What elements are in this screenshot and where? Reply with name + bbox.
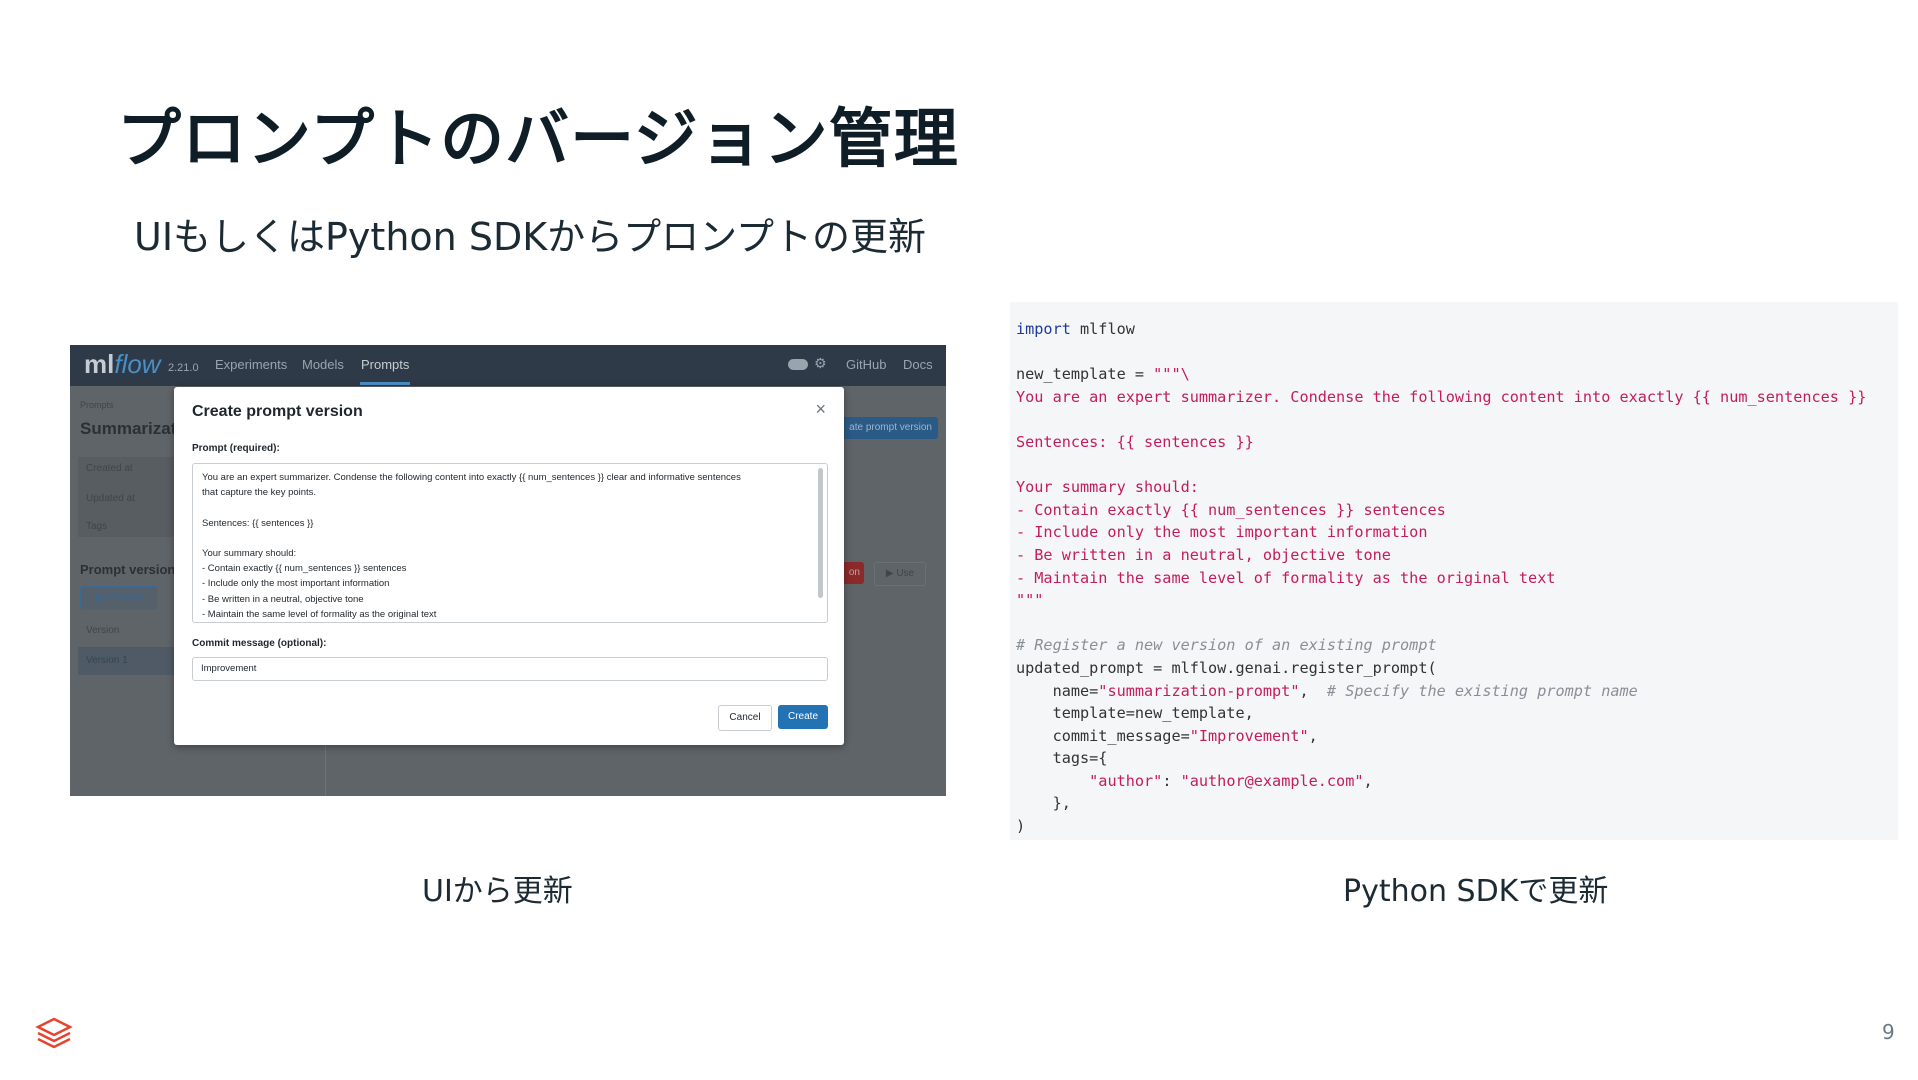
code-line-11: - Be written in a neutral, objective ton… (1016, 545, 1391, 564)
prompt-textarea[interactable]: You are an expert summarizer. Condense t… (192, 463, 828, 623)
code-line-20: tags={ (1016, 749, 1108, 768)
nav-prompts[interactable]: Prompts (361, 357, 409, 372)
play-icon: ▶ (885, 568, 897, 579)
code-line-3: new_template = (1016, 365, 1154, 384)
code-comment: # Register a new version of an existing … (1016, 636, 1437, 655)
preview-button[interactable]: ▤ Preview (80, 586, 158, 610)
logo-flow: flow (114, 349, 161, 379)
code-line-17-comment: # Specify the existing prompt name (1326, 681, 1638, 700)
preview-label: Preview (107, 592, 143, 603)
code-line-23: ) (1016, 817, 1026, 836)
section-title: Prompt version (80, 562, 176, 577)
code-line-21c: , (1363, 771, 1373, 790)
mlflow-screenshot: mlflow 2.21.0 Experiments Models Prompts… (70, 345, 946, 796)
code-line-17a: name= (1016, 681, 1099, 700)
code-line-21-key: "author" (1089, 771, 1163, 790)
commit-message-label: Commit message (optional): (192, 638, 327, 649)
page-title: Summarizat (80, 419, 177, 438)
version-header: Version (86, 625, 120, 636)
code-line-21b: : (1162, 771, 1181, 790)
nav-active-indicator (360, 382, 410, 385)
meta-tags: Tags (86, 521, 108, 532)
breadcrumb[interactable]: Prompts (80, 400, 114, 410)
use-button[interactable]: ▶ Use (874, 562, 926, 586)
mlflow-logo[interactable]: mlflow (84, 349, 161, 380)
prompt-textarea-value: You are an expert summarizer. Condense t… (202, 472, 741, 620)
nav-docs[interactable]: Docs (903, 357, 933, 372)
code-line-17b: , (1299, 681, 1327, 700)
code-line-12: - Maintain the same level of formality a… (1016, 568, 1556, 587)
page-number: 9 (1882, 1020, 1895, 1044)
theme-toggle[interactable] (788, 359, 808, 370)
caption-ui: UIから更新 (422, 874, 573, 909)
preview-icon: ▤ (95, 592, 108, 603)
code-line-17-string: "summarization-prompt" (1098, 681, 1300, 700)
code-line-9: - Contain exactly {{ num_sentences }} se… (1016, 500, 1446, 519)
prompt-label: Prompt (required): (192, 443, 280, 454)
code-line-4: You are an expert summarizer. Condense t… (1016, 387, 1867, 406)
code-line-19b: , (1308, 726, 1318, 745)
code-line-1: mlflow (1070, 320, 1135, 338)
meta-updated-at: Updated at (86, 493, 135, 504)
version-row-label: Version 1 (86, 655, 128, 666)
logo-ml: ml (84, 349, 115, 379)
code-line-19-string: "Improvement" (1189, 726, 1309, 745)
nav-experiments[interactable]: Experiments (215, 357, 287, 372)
databricks-logo-icon (35, 1017, 73, 1049)
mlflow-topbar: mlflow 2.21.0 Experiments Models Prompts… (70, 345, 946, 386)
create-button[interactable]: Create (778, 705, 828, 729)
code-line-16: updated_prompt = mlflow.genai.register_p… (1016, 658, 1437, 677)
code-line-13: """ (1016, 591, 1044, 610)
modal-title: Create prompt version (192, 403, 363, 420)
code-line-6: Sentences: {{ sentences }} (1016, 432, 1254, 451)
code-block: import mlflow new_template = """\ You ar… (1010, 302, 1898, 840)
commit-message-input[interactable]: Improvement (192, 657, 828, 681)
mlflow-version: 2.21.0 (168, 362, 199, 374)
slide-title: プロンプトのバージョン管理 (117, 103, 959, 177)
caption-sdk: Python SDKで更新 (1343, 874, 1609, 909)
code-line-21a (1016, 772, 1089, 790)
code-line-10: - Include only the most important inform… (1016, 523, 1428, 542)
create-prompt-version-button[interactable]: ate prompt version (840, 417, 938, 439)
code-line-19a: commit_message= (1016, 726, 1190, 745)
code-line-8: Your summary should: (1016, 478, 1199, 497)
code-keyword: import (1016, 320, 1071, 338)
close-icon[interactable]: × (815, 399, 826, 420)
code-line-18: template=new_template, (1016, 704, 1254, 723)
code-line-21-value: "author@example.com" (1180, 771, 1364, 790)
textarea-scrollbar[interactable] (818, 468, 823, 598)
code-line-22: }, (1016, 794, 1071, 813)
nav-github[interactable]: GitHub (846, 357, 886, 372)
nav-models[interactable]: Models (302, 357, 344, 372)
divider (325, 745, 326, 796)
code-string: """\ (1153, 365, 1190, 384)
cancel-button[interactable]: Cancel (718, 705, 772, 731)
code-text: import mlflow new_template = """\ You ar… (1016, 318, 1866, 838)
meta-created-at: Created at (86, 463, 133, 474)
slide-subtitle: UIもしくはPython SDKからプロンプトの更新 (134, 215, 926, 259)
gear-icon[interactable]: ⚙ (814, 355, 827, 372)
create-prompt-version-modal: Create prompt version × Prompt (required… (174, 387, 844, 745)
use-label: Use (896, 568, 915, 579)
